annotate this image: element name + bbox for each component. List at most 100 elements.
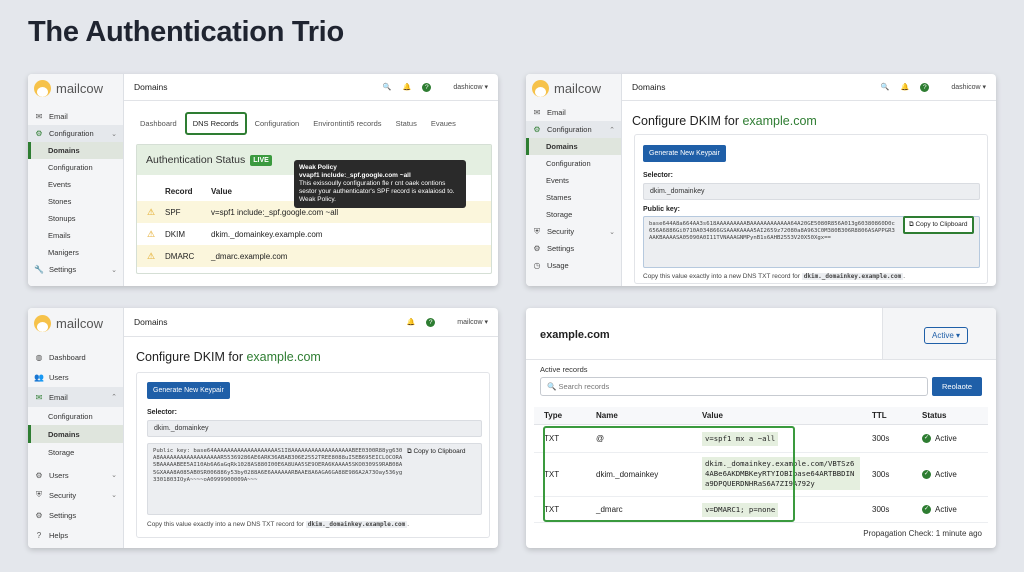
selector-label: Selector: (643, 172, 673, 179)
reload-button[interactable]: Reolaote (932, 377, 982, 396)
tab-configuration[interactable]: Configuration (249, 114, 306, 133)
help-icon[interactable]: ? (920, 82, 930, 92)
help-circle-icon: ? (36, 530, 42, 540)
sidebar-item-security[interactable]: ⛨ Security ⌄ (526, 223, 621, 240)
sidebar-item-settings[interactable]: 🔧 Settings ⌄ (28, 261, 123, 278)
bell-icon[interactable]: 🔔 (403, 83, 412, 91)
dkim-card: Generate New Keypair Selector: dkim._dom… (136, 372, 490, 538)
sidebar-item-domains[interactable]: Domains (28, 142, 123, 159)
copy-to-clipboard-button[interactable]: ⧉ Copy to Clipboard (403, 445, 470, 459)
tab-bar: Dashboard DNS Records Configuration Envi… (134, 112, 464, 135)
table-row-dkim[interactable]: ⚠ DKIM dkim._domainkey.example.com (137, 223, 491, 245)
records-highlight-frame (543, 426, 795, 522)
search-input[interactable]: 🔍 Search records (540, 377, 928, 396)
clipboard-icon: ⧉ (407, 448, 412, 455)
public-key-label: Public key: (643, 206, 680, 213)
check-circle-icon: ✓ (922, 434, 931, 444)
tab-environment-records[interactable]: Environtinti5 records (307, 114, 387, 133)
sidebar-item-stames[interactable]: Stames (526, 189, 621, 206)
help-icon[interactable]: ? (422, 82, 432, 92)
mailcow-logo[interactable]: mailcow (28, 74, 123, 102)
header-title: Domains (134, 82, 168, 92)
sidebar-item-events[interactable]: Events (28, 176, 123, 193)
tab-dashboard[interactable]: Dashboard (134, 114, 183, 133)
topbar: Domains 🔔 ? mailcow ▾ (124, 308, 498, 337)
search-icon[interactable]: 🔍 (881, 83, 890, 91)
sidebar-item-usage[interactable]: ◷ Usage (526, 257, 621, 274)
sidebar-item-users-2[interactable]: ⚙ Users ⌄ (28, 465, 123, 485)
chevron-up-icon: ⌃ (609, 126, 615, 134)
tab-evaues[interactable]: Evaues (425, 114, 462, 133)
chevron-down-icon: ⌄ (111, 492, 117, 499)
mail-icon: ✉ (35, 392, 43, 402)
users-icon: 👥 (34, 372, 44, 382)
live-badge: LIVE (250, 154, 272, 166)
tab-dns-records[interactable]: DNS Records (184, 112, 247, 135)
panel-configure-dkim-top: mailcow ✉ Email ⚙ Configuration ⌃ Domains C… (526, 74, 996, 286)
warning-icon: ⚠ (146, 228, 156, 239)
tab-status[interactable]: Status (390, 114, 423, 133)
sidebar-item-domains[interactable]: Domains (28, 425, 123, 443)
bell-icon[interactable]: 🔔 (407, 318, 416, 326)
selector-field[interactable]: dkim._domainkey (643, 183, 980, 200)
sidebar-item-stones[interactable]: Stones (28, 193, 123, 210)
dashboard-icon: ◍ (35, 352, 43, 362)
sidebar-item-storage[interactable]: Storage (28, 443, 123, 461)
selector-field[interactable]: dkim._domainkey (147, 420, 482, 437)
bell-icon[interactable]: 🔔 (901, 83, 910, 91)
sidebar-item-settings[interactable]: ⚙ Settings (526, 240, 621, 257)
sidebar-item-domains[interactable]: Domains (526, 138, 621, 155)
sidebar-item-storage[interactable]: Storage (526, 206, 621, 223)
clipboard-icon: ⧉ (909, 221, 914, 228)
copy-to-clipboard-button[interactable]: ⧉ Copy to Clipboard (903, 216, 974, 234)
gear-icon: ⚙ (533, 244, 541, 253)
help-icon[interactable]: ? (426, 317, 436, 327)
chevron-up-icon: ⌃ (111, 394, 117, 401)
mail-icon: ✉ (533, 108, 541, 117)
search-icon[interactable]: 🔍 (383, 83, 392, 91)
sidebar: mailcow ✉ Email ⚙ Configuration ⌄ Domains C… (28, 74, 124, 286)
generate-keypair-button[interactable]: Generate New Keypair (643, 145, 726, 162)
sidebar-item-configuration[interactable]: ⚙ Configuration ⌄ (28, 125, 123, 142)
panel-configure-dkim-bottom: mailcow ◍ Dashboard 👥 Users ✉ Email ⌃ Config… (28, 308, 498, 548)
status-select[interactable]: Active ▾ (924, 327, 969, 344)
user-menu[interactable]: dashicow ▾ (442, 83, 488, 91)
user-menu[interactable]: mailcow ▾ (446, 318, 488, 326)
sidebar-item-security[interactable]: ⛨ Security ⌄ (28, 485, 123, 505)
user-menu[interactable]: dashicow ▾ (940, 83, 986, 91)
mailcow-logo[interactable]: mailcow (28, 308, 123, 338)
sidebar-item-configuration-sub[interactable]: Configuration (28, 159, 123, 176)
users-icon: ⚙ (35, 470, 43, 480)
table-row-dmarc[interactable]: ⚠ DMARC _dmarc.example.com (137, 245, 491, 267)
sidebar-item-emails[interactable]: Emails (28, 227, 123, 244)
sidebar-item-manigers[interactable]: Manigers (28, 244, 123, 261)
sidebar-item-users[interactable]: 👥 Users (28, 367, 123, 387)
sidebar-item-configuration-sub[interactable]: Configuration (526, 155, 621, 172)
mailcow-logo[interactable]: mailcow (526, 74, 621, 102)
sidebar-item-events[interactable]: Events (526, 172, 621, 189)
sidebar-item-settings[interactable]: ⚙ Settings (28, 505, 123, 525)
copy-instruction: Copy this value exactly into a new DNS T… (147, 521, 410, 528)
chevron-down-icon: ⌄ (609, 228, 615, 236)
sidebar: mailcow ◍ Dashboard 👥 Users ✉ Email ⌃ Config… (28, 308, 124, 548)
sidebar-item-email[interactable]: ✉ Email (28, 108, 123, 125)
copy-instruction: Copy this value exactly into a new DNS T… (643, 273, 906, 280)
chevron-down-icon: ⌄ (111, 266, 117, 274)
sidebar-item-email[interactable]: ✉ Email (526, 104, 621, 121)
sidebar-item-stonups[interactable]: Stonups (28, 210, 123, 227)
sidebar-item-configuration[interactable]: ⚙ Configuration ⌃ (526, 121, 621, 138)
sidebar-item-configuration[interactable]: Configuration (28, 407, 123, 425)
sidebar-item-helps[interactable]: ? Helps (28, 525, 123, 545)
generate-keypair-button[interactable]: Generate New Keypair (147, 382, 230, 399)
chevron-down-icon: ⌄ (111, 472, 117, 479)
mail-icon: ✉ (35, 112, 43, 121)
gear-icon: ⚙ (35, 129, 43, 138)
topbar: Domains 🔍 🔔 ? dashicow ▾ (622, 74, 996, 101)
domain-header: example.com (526, 308, 882, 360)
sidebar-item-dashboard[interactable]: ◍ Dashboard (28, 347, 123, 367)
mailcow-logo-icon (34, 314, 51, 332)
page-title: The Authentication Trio (28, 16, 344, 48)
warning-icon: ⚠ (146, 250, 156, 261)
header-title: Domains (134, 317, 168, 327)
sidebar-item-email[interactable]: ✉ Email ⌃ (28, 387, 123, 407)
